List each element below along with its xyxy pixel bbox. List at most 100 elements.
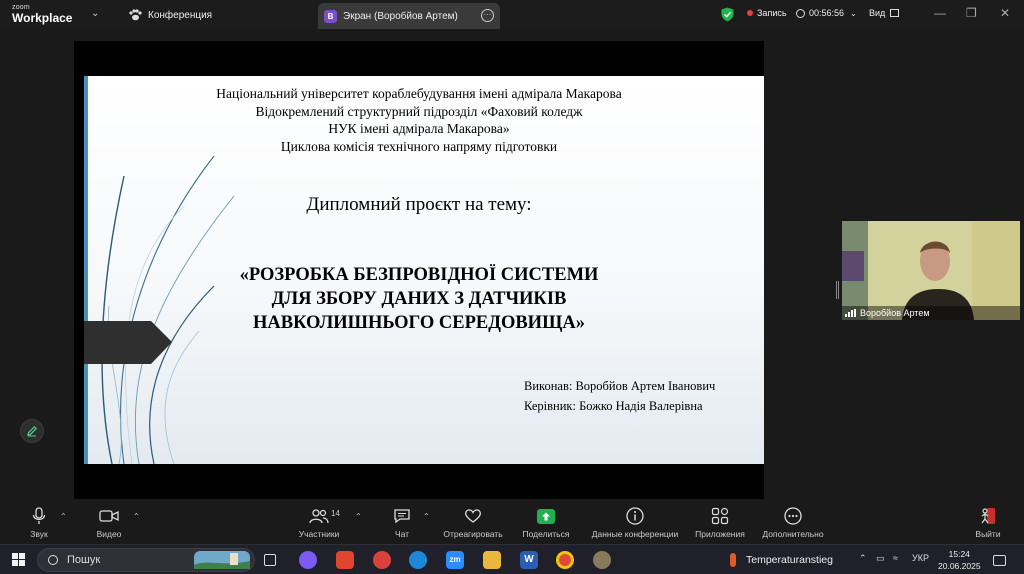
presentation-slide: Національний університет кораблебудуванн… (84, 76, 764, 464)
chrome-icon[interactable] (556, 551, 574, 569)
pencil-icon (27, 425, 38, 437)
share-label: Поделиться (522, 529, 570, 539)
more-options-icon[interactable]: ··· (481, 9, 494, 22)
keyboard-language[interactable]: УКР (912, 553, 929, 563)
apps-icon (711, 507, 729, 525)
react-label: Отреагировать (443, 529, 503, 539)
audio-button[interactable]: Звук (26, 506, 52, 539)
more-icon (784, 507, 802, 525)
apps-button[interactable]: Приложения (692, 506, 748, 539)
windows-start-icon[interactable] (12, 553, 25, 566)
security-shield-icon[interactable] (721, 7, 734, 22)
meeting-timer[interactable]: 00:56:56 ⌄ (796, 8, 857, 18)
signal-strength-icon (845, 309, 856, 317)
topic-line: «РОЗРОБКА БЕЗПРОВІДНОЇ СИСТЕМИ (239, 265, 599, 285)
participants-options-chevron-icon[interactable]: ⌃ (355, 512, 362, 521)
header-line: Національний університет кораблебудуванн… (216, 86, 622, 101)
video-button[interactable]: Видео (94, 506, 124, 539)
slide-arrow-shape (84, 321, 172, 364)
video-options-chevron-icon[interactable]: ⌃ (133, 512, 140, 521)
topic-line: ДЛЯ ЗБОРУ ДАНИХ З ДАТЧИКІВ (271, 289, 567, 309)
meeting-tab[interactable]: Конференция (128, 7, 212, 23)
weather-label: Temperaturanstieg (746, 554, 833, 566)
chat-button[interactable]: Чат (390, 506, 414, 539)
header-line: НУК імені адмірала Макарова» (328, 121, 510, 136)
screen-tab-label: Экран (Воробйов Артем) (343, 10, 458, 22)
search-highlight-icon (194, 551, 250, 569)
meeting-tab-label: Конференция (148, 9, 213, 21)
task-view-icon[interactable] (264, 554, 276, 566)
project-title: Дипломний проєкт на тему: (306, 194, 532, 215)
header-line: Циклова комісія технічного напряму підго… (280, 138, 558, 154)
recording-indicator[interactable]: Запись (747, 8, 787, 18)
chat-label: Чат (394, 529, 410, 539)
taskbar-clock[interactable]: 15:24 20.06.2025 (938, 548, 981, 572)
participants-icon (309, 509, 329, 524)
logo-top: zoom (12, 4, 30, 11)
thermometer-icon (730, 553, 736, 567)
close-icon[interactable]: ✕ (1000, 6, 1010, 20)
screen-share-tab[interactable]: В Экран (Воробйов Артем) ··· (318, 3, 500, 29)
wifi-icon[interactable]: ≈ (893, 553, 898, 563)
info-label: Данные конференции (591, 529, 679, 539)
taskbar-search[interactable]: Пошук (37, 548, 255, 572)
topic-line: НАВКОЛИШНЬОГО СЕРЕДОВИЩА» (253, 313, 585, 333)
taskbar-time: 15:24 (948, 549, 970, 559)
zoom-window: zoom Workplace ⌄ Конференция В Экран (Во… (0, 0, 1024, 574)
institution-header: Національний університет кораблебудуванн… (194, 85, 644, 155)
recording-label: Запись (757, 8, 787, 18)
clock-icon (796, 8, 805, 18)
meeting-toolbar: Звук ⌃ Видео ⌃ Участники 14 ⌃ Чат ⌃ Отре… (0, 502, 1024, 544)
logo-bottom: Workplace (12, 11, 73, 25)
game-app-icon[interactable] (373, 551, 391, 569)
participants-count: 14 (331, 509, 340, 518)
word-icon[interactable]: W (520, 551, 538, 569)
chevron-down-icon: ⌄ (850, 8, 857, 18)
weather-widget[interactable]: Temperaturanstieg (730, 553, 833, 567)
microphone-icon (32, 507, 46, 524)
taskbar-date: 20.06.2025 (938, 561, 981, 571)
leave-button[interactable]: Выйти (974, 506, 1002, 539)
file-explorer-icon[interactable] (483, 551, 501, 569)
info-icon (626, 507, 644, 525)
paw-icon (129, 9, 142, 21)
panel-resize-handle[interactable] (836, 281, 839, 299)
battery-icon[interactable]: ▭ (876, 553, 885, 564)
participant-video[interactable]: Воробйов Артем (842, 221, 1020, 320)
meeting-info-button[interactable]: Данные конференции (588, 506, 682, 539)
app-menu-chevron-icon[interactable]: ⌄ (91, 8, 99, 19)
participant-name-label: Воробйов Артем (842, 306, 1020, 320)
heart-icon (465, 509, 481, 523)
search-icon (48, 555, 58, 565)
paint-icon[interactable] (593, 551, 611, 569)
edge-icon[interactable] (409, 551, 427, 569)
leave-label: Выйти (975, 529, 1001, 539)
minimize-icon[interactable]: — (934, 6, 946, 20)
zoom-taskbar-icon[interactable]: zm (446, 551, 464, 569)
notifications-icon[interactable] (993, 555, 1006, 566)
participants-label: Участники (298, 529, 340, 539)
video-camera-icon (99, 510, 119, 522)
audio-options-chevron-icon[interactable]: ⌃ (60, 512, 67, 521)
office-icon[interactable] (336, 551, 354, 569)
react-button[interactable]: Отреагировать (440, 506, 506, 539)
apps-label: Приложения (695, 529, 745, 539)
zoom-logo: zoom Workplace (12, 4, 72, 24)
more-button[interactable]: Дополнительно (758, 506, 828, 539)
header-line: Відокремлений структурний підрозділ «Фах… (255, 103, 583, 119)
view-label: Вид (869, 8, 886, 18)
share-screen-icon (537, 508, 555, 524)
share-screen-button[interactable]: Поделиться (520, 506, 572, 539)
leave-icon (981, 508, 995, 524)
view-layout-icon (890, 9, 900, 17)
viber-icon[interactable] (299, 551, 317, 569)
restore-icon[interactable]: ❐ (966, 6, 977, 20)
project-topic: «РОЗРОБКА БЕЗПРОВІДНОЇ СИСТЕМИ ДЛЯ ЗБОРУ… (179, 263, 659, 335)
video-label: Видео (96, 529, 122, 539)
supervisor-line: Керівник: Божко Надія Валерівна (524, 399, 703, 413)
tray-overflow-icon[interactable]: ⌃ (859, 553, 867, 564)
annotate-button[interactable] (20, 419, 44, 443)
view-button[interactable]: Вид (869, 8, 900, 18)
windows-taskbar: Пошук zm W Temperaturanstieg ⌃ ▭ ≈ УКР 1… (0, 544, 1024, 574)
chat-options-chevron-icon[interactable]: ⌃ (423, 512, 430, 521)
